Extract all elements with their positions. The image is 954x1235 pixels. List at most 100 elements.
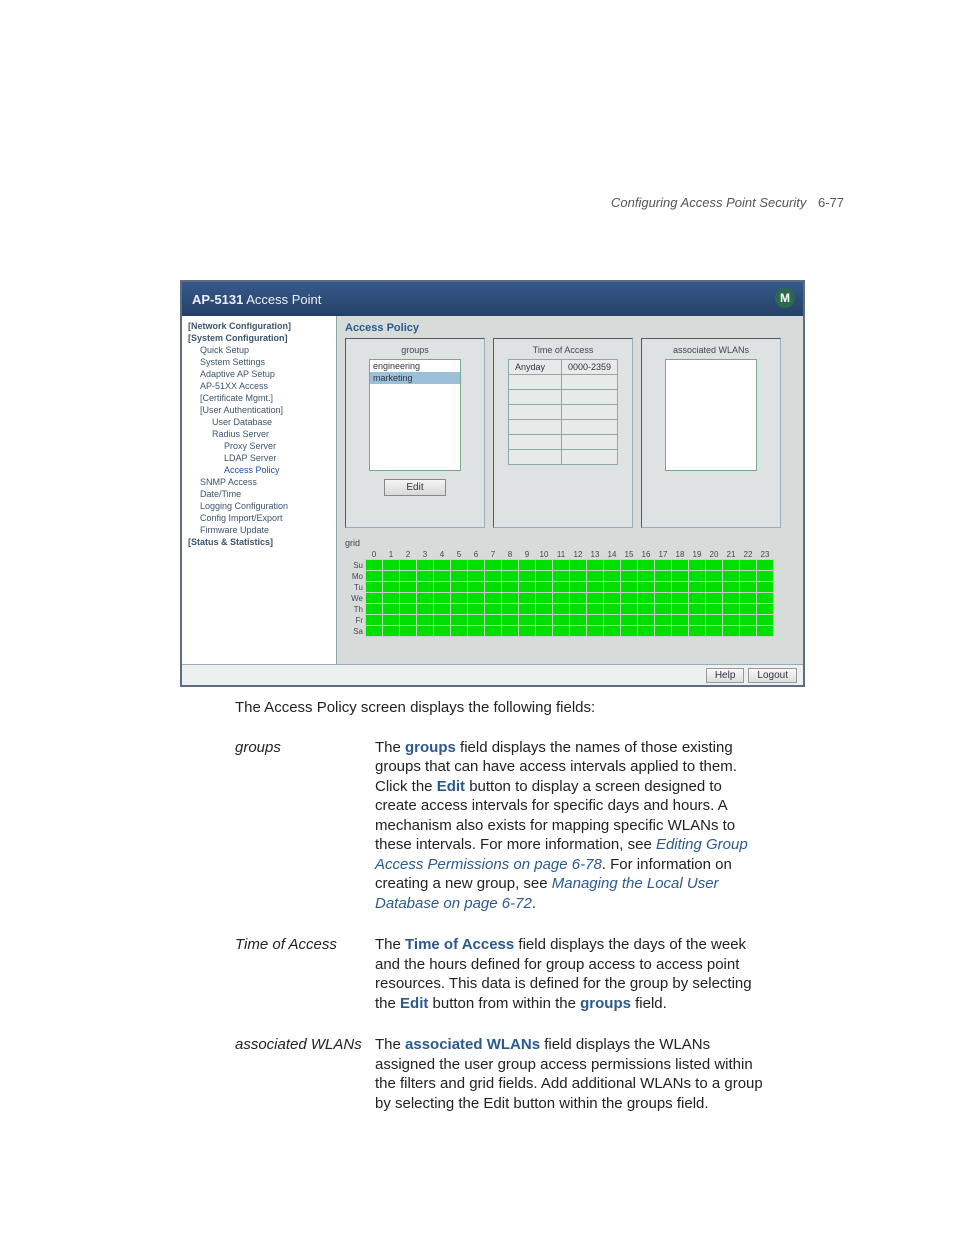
grid-cell[interactable] bbox=[417, 615, 434, 626]
time-cell[interactable] bbox=[508, 405, 561, 420]
nav-item[interactable]: User Database bbox=[184, 416, 334, 428]
time-cell[interactable] bbox=[508, 435, 561, 450]
grid-cell[interactable] bbox=[400, 582, 417, 593]
grid-cell[interactable] bbox=[400, 626, 417, 637]
grid-cell[interactable] bbox=[502, 582, 519, 593]
time-cell[interactable] bbox=[508, 420, 561, 435]
grid-cell[interactable] bbox=[587, 560, 604, 571]
grid-cell[interactable] bbox=[706, 582, 723, 593]
groups-listbox[interactable]: engineeringmarketing bbox=[369, 359, 461, 471]
grid-cell[interactable] bbox=[434, 615, 451, 626]
grid-cell[interactable] bbox=[366, 604, 383, 615]
grid-cell[interactable] bbox=[536, 593, 553, 604]
grid-cell[interactable] bbox=[485, 604, 502, 615]
grid-cell[interactable] bbox=[468, 626, 485, 637]
grid-cell[interactable] bbox=[757, 571, 774, 582]
grid-cell[interactable] bbox=[502, 604, 519, 615]
grid-cell[interactable] bbox=[553, 615, 570, 626]
group-item[interactable]: engineering bbox=[370, 360, 460, 372]
grid-cell[interactable] bbox=[519, 626, 536, 637]
grid-cell[interactable] bbox=[468, 582, 485, 593]
grid-cell[interactable] bbox=[502, 626, 519, 637]
grid-cell[interactable] bbox=[587, 604, 604, 615]
grid-cell[interactable] bbox=[434, 582, 451, 593]
grid-cell[interactable] bbox=[519, 615, 536, 626]
grid-cell[interactable] bbox=[655, 582, 672, 593]
grid-cell[interactable] bbox=[689, 571, 706, 582]
time-cell[interactable] bbox=[561, 450, 617, 465]
logout-button[interactable]: Logout bbox=[748, 668, 797, 683]
grid-cell[interactable] bbox=[706, 615, 723, 626]
grid-cell[interactable] bbox=[366, 615, 383, 626]
grid-cell[interactable] bbox=[672, 560, 689, 571]
nav-item[interactable]: Config Import/Export bbox=[184, 512, 334, 524]
grid-cell[interactable] bbox=[536, 560, 553, 571]
grid-cell[interactable] bbox=[672, 615, 689, 626]
grid-cell[interactable] bbox=[621, 604, 638, 615]
hour-grid[interactable]: 01234567891011121314151617181920212223Su… bbox=[345, 550, 774, 637]
grid-cell[interactable] bbox=[604, 582, 621, 593]
grid-cell[interactable] bbox=[417, 582, 434, 593]
grid-cell[interactable] bbox=[757, 615, 774, 626]
nav-item[interactable]: [User Authentication] bbox=[184, 404, 334, 416]
time-cell[interactable] bbox=[508, 390, 561, 405]
grid-cell[interactable] bbox=[689, 582, 706, 593]
grid-cell[interactable] bbox=[621, 571, 638, 582]
grid-cell[interactable] bbox=[451, 604, 468, 615]
grid-cell[interactable] bbox=[672, 582, 689, 593]
grid-cell[interactable] bbox=[689, 560, 706, 571]
grid-cell[interactable] bbox=[655, 560, 672, 571]
grid-cell[interactable] bbox=[723, 571, 740, 582]
wlans-listbox[interactable] bbox=[665, 359, 757, 471]
grid-cell[interactable] bbox=[468, 615, 485, 626]
grid-cell[interactable] bbox=[451, 582, 468, 593]
grid-cell[interactable] bbox=[468, 571, 485, 582]
grid-cell[interactable] bbox=[400, 593, 417, 604]
grid-cell[interactable] bbox=[638, 560, 655, 571]
grid-cell[interactable] bbox=[638, 593, 655, 604]
grid-cell[interactable] bbox=[672, 626, 689, 637]
grid-cell[interactable] bbox=[655, 604, 672, 615]
grid-cell[interactable] bbox=[655, 626, 672, 637]
grid-cell[interactable] bbox=[621, 593, 638, 604]
edit-button[interactable]: Edit bbox=[384, 479, 446, 496]
grid-cell[interactable] bbox=[723, 615, 740, 626]
grid-cell[interactable] bbox=[638, 604, 655, 615]
grid-cell[interactable] bbox=[536, 571, 553, 582]
grid-cell[interactable] bbox=[451, 560, 468, 571]
grid-cell[interactable] bbox=[740, 593, 757, 604]
grid-cell[interactable] bbox=[400, 560, 417, 571]
nav-item[interactable]: [Network Configuration] bbox=[184, 320, 334, 332]
grid-cell[interactable] bbox=[451, 593, 468, 604]
time-cell[interactable] bbox=[561, 435, 617, 450]
grid-cell[interactable] bbox=[536, 615, 553, 626]
grid-cell[interactable] bbox=[366, 571, 383, 582]
nav-item[interactable]: SNMP Access bbox=[184, 476, 334, 488]
grid-cell[interactable] bbox=[757, 626, 774, 637]
grid-cell[interactable] bbox=[468, 593, 485, 604]
grid-cell[interactable] bbox=[706, 571, 723, 582]
grid-cell[interactable] bbox=[723, 560, 740, 571]
grid-cell[interactable] bbox=[468, 560, 485, 571]
grid-cell[interactable] bbox=[723, 593, 740, 604]
grid-cell[interactable] bbox=[689, 615, 706, 626]
grid-cell[interactable] bbox=[366, 582, 383, 593]
grid-cell[interactable] bbox=[519, 571, 536, 582]
grid-cell[interactable] bbox=[638, 571, 655, 582]
grid-cell[interactable] bbox=[366, 593, 383, 604]
grid-cell[interactable] bbox=[485, 571, 502, 582]
grid-cell[interactable] bbox=[451, 626, 468, 637]
grid-cell[interactable] bbox=[485, 615, 502, 626]
nav-item[interactable]: [System Configuration] bbox=[184, 332, 334, 344]
grid-cell[interactable] bbox=[604, 604, 621, 615]
grid-cell[interactable] bbox=[383, 626, 400, 637]
grid-cell[interactable] bbox=[417, 560, 434, 571]
nav-item[interactable]: Proxy Server bbox=[184, 440, 334, 452]
grid-cell[interactable] bbox=[740, 626, 757, 637]
grid-cell[interactable] bbox=[587, 626, 604, 637]
grid-cell[interactable] bbox=[570, 560, 587, 571]
grid-cell[interactable] bbox=[434, 604, 451, 615]
time-cell[interactable]: Anyday bbox=[508, 360, 561, 375]
grid-cell[interactable] bbox=[740, 615, 757, 626]
grid-cell[interactable] bbox=[519, 604, 536, 615]
